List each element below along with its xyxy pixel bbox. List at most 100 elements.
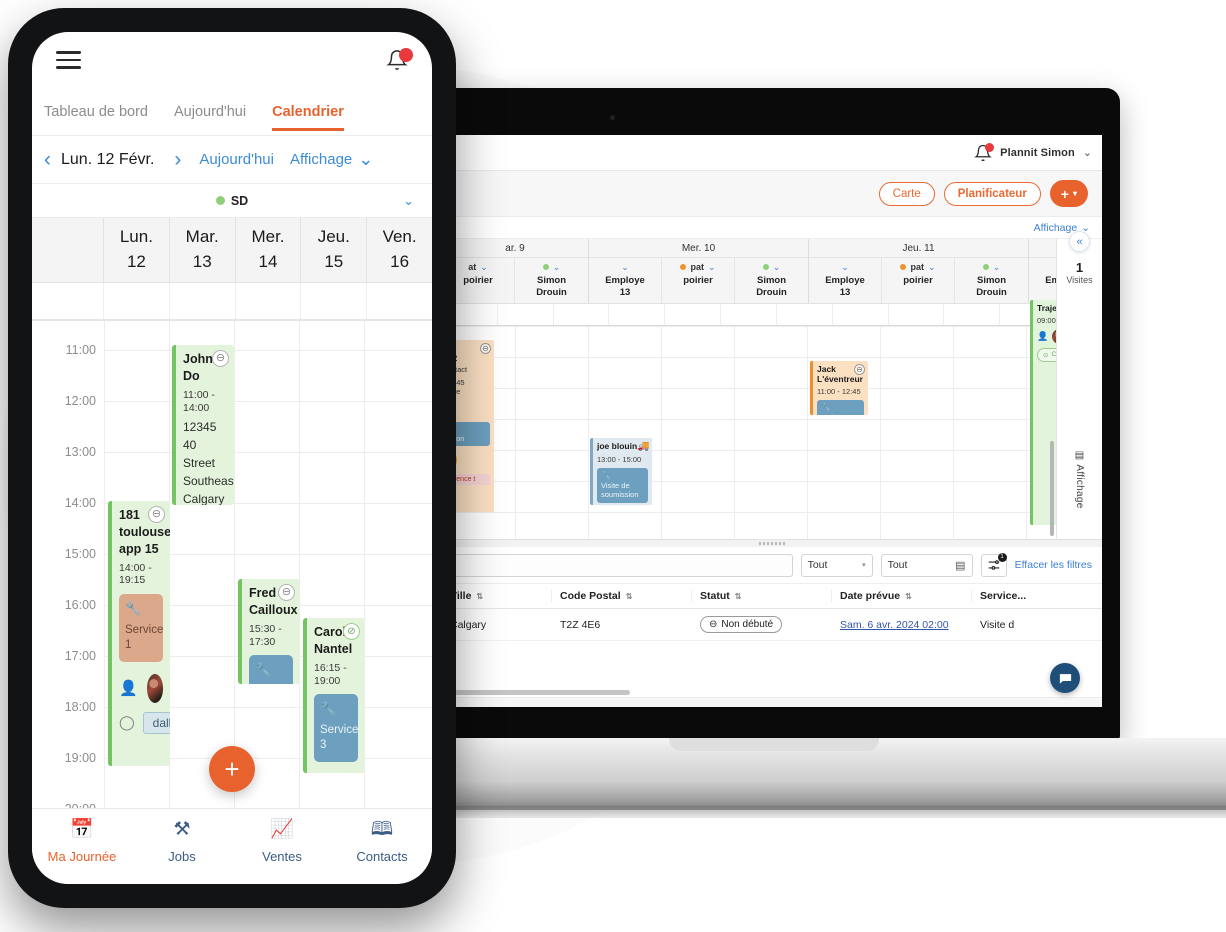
calendar-icon: 📅 [70, 818, 94, 840]
event-remove-icon[interactable]: ⊖ [212, 350, 229, 367]
employee-header-row: at ⌄ poirier ⌄ Simon Drouin [442, 258, 588, 303]
column-header-date-prevue[interactable]: Date prévue ⇅ [832, 590, 972, 602]
calendar-time-rows[interactable]: ⊖ no tact 2 o Contact 0 - 15:45 Avenuenc… [442, 299, 1056, 539]
resource-chevron-down-icon[interactable]: ⌄ [403, 193, 414, 209]
calendar-vertical-scrollbar[interactable] [1050, 440, 1054, 536]
chevron-down-icon[interactable]: ⌄ [928, 262, 936, 272]
day-column-header[interactable]: Lun. 12 [104, 218, 170, 282]
event-service-chip[interactable]: 🔧 Service 1 [119, 594, 163, 662]
prev-day-button[interactable]: ‹ [44, 148, 51, 172]
view-options-link[interactable]: Affichage [1034, 222, 1078, 234]
employee-column-header[interactable]: ⌄ Simon Drouin [955, 258, 1028, 303]
table-row[interactable]: Calgary T2Z 4E6 ⊖ Non débuté Sam. 6 avr.… [442, 609, 1102, 641]
nav-contacts[interactable]: 🕮 Contacts [332, 820, 432, 866]
next-day-button[interactable]: › [174, 148, 181, 172]
nav-jobs[interactable]: ⚒ Jobs [132, 820, 232, 866]
employee-column-header[interactable]: ⌄ Employe13 [589, 258, 662, 303]
table-horizontal-scrollbar[interactable] [442, 687, 1102, 697]
column-header-service[interactable]: Service... [972, 590, 1034, 602]
nav-label: Ventes [262, 848, 302, 864]
chevron-down-icon[interactable]: ⌄ [993, 262, 1001, 272]
event-remove-icon[interactable]: ⊖ [480, 342, 491, 354]
planner-button[interactable]: Planificateur [943, 181, 1041, 206]
chevron-down-icon[interactable]: ⌄ [621, 262, 629, 272]
chevron-down-icon[interactable]: ⌄ [773, 262, 781, 272]
phone-calendar-grid[interactable]: 11:00 12:00 13:00 14:00 15:00 16:00 17:0… [32, 321, 432, 808]
calendar-event[interactable]: ⊖ John Do 11:00 -14:00 12345 40 Street S… [172, 345, 234, 505]
phone-all-day-row[interactable] [32, 283, 432, 321]
calendar-event[interactable]: ⊖ 181 toulouse app 15 14:00 -19:15 🔧 Serv… [108, 501, 170, 766]
add-event-fab[interactable]: + [209, 746, 255, 792]
calendar-event[interactable]: ⊖ Fred Cailloux 15:30 -17:30 🔧Service 3 [238, 579, 300, 684]
panel-resize-handle[interactable] [442, 539, 1102, 547]
event-service-chip[interactable]: 🔧Service 3 [314, 694, 358, 763]
today-button[interactable]: Aujourd'hui [199, 151, 274, 168]
chart-line-icon: 📈 [270, 818, 294, 840]
employee-column-header[interactable]: ⌄ Employe13 [809, 258, 882, 303]
date-filter-select[interactable]: Tout ▤ [880, 553, 973, 577]
search-input[interactable] [452, 553, 793, 577]
employee-column-header[interactable]: ⌄ Employe13 [1029, 258, 1056, 303]
chevron-down-icon[interactable]: ⌄ [553, 262, 561, 272]
day-column-header[interactable]: Mar. 13 [170, 218, 236, 282]
status-filter-select[interactable]: Tout ▾ [800, 553, 873, 577]
date-link[interactable]: Sam. 6 avr. 2024 02:00 [840, 619, 949, 631]
notification-bell-icon[interactable] [386, 48, 413, 72]
hamburger-menu-icon[interactable] [56, 46, 81, 74]
nav-ventes[interactable]: 📈 Ventes [232, 820, 332, 866]
chevron-down-icon[interactable]: ⌄ [841, 262, 849, 272]
event-status-icon[interactable]: ⊘ [343, 623, 360, 640]
tag-chip[interactable]: dalles [142, 711, 170, 734]
event-remove-icon[interactable]: ⊖ [278, 584, 295, 601]
event-service-chip[interactable]: 🔧Traitements [817, 400, 864, 415]
chat-support-button[interactable] [1050, 663, 1080, 693]
scrollbar-thumb[interactable] [450, 690, 630, 695]
status-dot [900, 264, 907, 270]
chevron-down-icon[interactable]: ⌄ [708, 262, 716, 272]
status-badge-label: Non débuté [721, 619, 774, 630]
column-header-code-postal[interactable]: Code Postal ⇅ [552, 590, 692, 602]
view-menu-button[interactable]: Affichage [290, 151, 352, 168]
tab-calendrier[interactable]: Calendrier [272, 104, 344, 131]
event-service-chip[interactable]: 🔧Service 3 [249, 655, 293, 684]
column-header-statut[interactable]: Statut ⇅ [692, 590, 832, 602]
notification-bell-icon[interactable] [974, 142, 995, 162]
rail-view-label[interactable]: ▤ Affichage [1074, 450, 1085, 509]
add-button[interactable]: + ▾ [1049, 180, 1088, 207]
phone-header [32, 32, 432, 88]
status-badge: ⊖ Non débuté [700, 616, 783, 633]
calendar-scroll-area[interactable]: ar. 9 at ⌄ poirier ⌄ Simon Drouin Mer. 1… [442, 239, 1056, 539]
phone-resource-selector[interactable]: SD ⌄ [32, 184, 432, 218]
collapse-panel-button[interactable]: « [1069, 231, 1090, 252]
day-column-header[interactable]: Jeu. 15 [301, 218, 368, 282]
event-service-chip[interactable]: 🔧 Visite de soumission [597, 467, 648, 503]
status-dot [542, 264, 549, 270]
nav-ma-journee[interactable]: 📅 Ma Journée [32, 820, 132, 866]
calendar-event[interactable]: ⊖ Jack L'éventreur 11:00 - 12:45 🔧Traite… [810, 360, 868, 415]
employee-column-header[interactable]: ⌄ Simon Drouin [515, 258, 588, 303]
day-column-header[interactable]: Mer. 14 [236, 218, 302, 282]
day-column-header[interactable]: Ven. 16 [367, 218, 432, 282]
column-header-ville[interactable]: Ville ⇅ [442, 590, 552, 602]
map-button[interactable]: Carte [878, 181, 935, 206]
clear-filters-link[interactable]: Effacer les filtres [1015, 559, 1092, 571]
laptop-camera-icon [610, 115, 615, 120]
advanced-filters-button[interactable]: 1 [980, 552, 1007, 577]
calendar-event[interactable]: ⊘ Carole Nantel 16:15 -19:00 🔧 Service 3 [303, 618, 365, 773]
status-dot [215, 196, 225, 205]
view-menu-chevron-down-icon[interactable]: ⌄ [358, 149, 373, 170]
event-remove-icon[interactable]: ⊖ [148, 506, 165, 523]
calendar-event[interactable]: joe blouin 🚚 13:00 - 15:00 🔧 Visite de sou… [590, 437, 652, 505]
employee-column-header[interactable]: ⌄ Simon Drouin [735, 258, 808, 303]
employee-header-row: ⌄ Employe13 pat ⌄ poirier ⌄ SimonDrouin [589, 258, 808, 303]
employee-column-header[interactable]: pat ⌄ poirier [882, 258, 955, 303]
employee-column-header[interactable]: pat ⌄ poirier [662, 258, 735, 303]
contact-card-icon: 🕮 [370, 818, 394, 840]
employee-name: Employe13 [825, 275, 865, 298]
tab-tableau-de-bord[interactable]: Tableau de bord [44, 104, 148, 130]
chevron-down-icon[interactable]: ⌄ [480, 262, 488, 272]
tab-aujourdhui[interactable]: Aujourd'hui [174, 104, 246, 130]
event-remove-icon[interactable]: ⊖ [854, 363, 865, 375]
filter-count-badge: 1 [997, 552, 1007, 562]
user-menu-chevron-down-icon[interactable]: ⌄ [1083, 146, 1092, 159]
